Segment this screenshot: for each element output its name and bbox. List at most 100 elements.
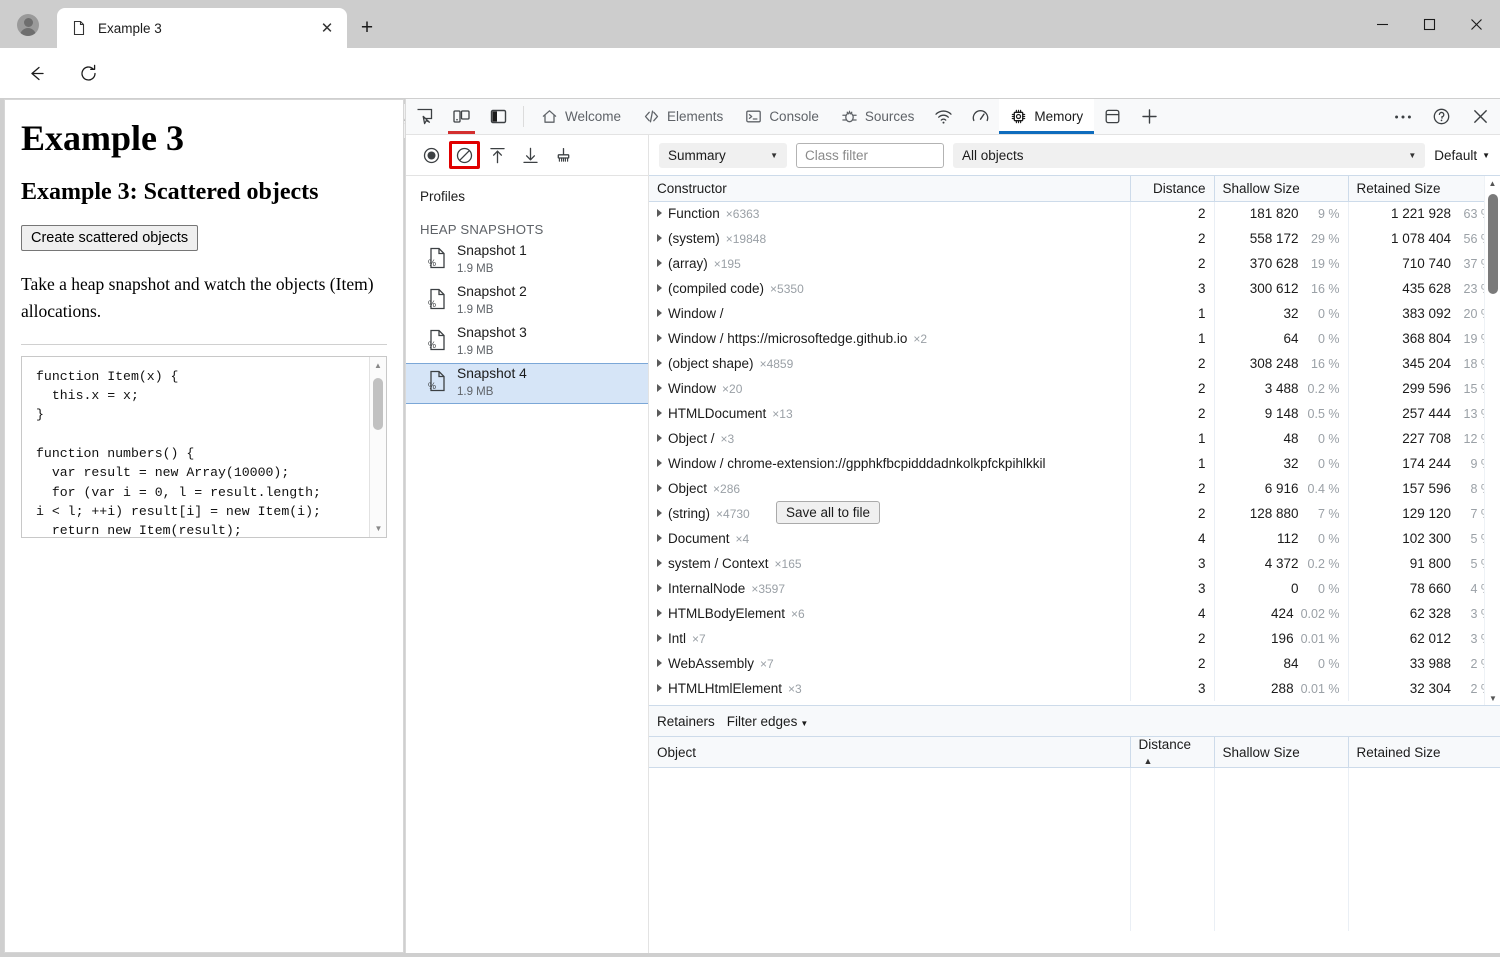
dock-side-icon[interactable] xyxy=(480,99,517,134)
table-row[interactable]: HTMLDocument ×13 2 9 148 0.5 % 257 444 13 % xyxy=(649,401,1500,426)
cell-constructor[interactable]: Window / https://microsoftedge.github.io… xyxy=(649,326,1131,351)
column-header-shallow-size[interactable]: Shallow Size xyxy=(1214,176,1349,202)
expand-triangle-icon[interactable] xyxy=(657,234,662,242)
scroll-down-icon[interactable]: ▼ xyxy=(1485,691,1500,705)
cell-constructor[interactable]: system / Context ×165 xyxy=(649,551,1131,576)
expand-triangle-icon[interactable] xyxy=(657,209,662,218)
cell-constructor[interactable]: (system) ×19848 xyxy=(649,226,1131,251)
filter-edges-dropdown[interactable]: Filter edges ▼ xyxy=(727,714,808,729)
table-row[interactable]: WebAssembly ×7 2 84 0 % 33 988 2 % xyxy=(649,651,1500,676)
snapshot-list-item[interactable]: % Snapshot 2 1.9 MB xyxy=(406,281,648,322)
cell-constructor[interactable]: Document ×4 xyxy=(649,526,1131,551)
column-header-retainer-distance[interactable]: Distance ▲ xyxy=(1130,736,1215,768)
code-scroll-thumb[interactable] xyxy=(373,377,383,430)
device-emulation-icon[interactable] xyxy=(443,99,480,134)
performance-gauge-icon[interactable] xyxy=(962,99,999,134)
tab-elements[interactable]: Elements xyxy=(632,99,734,134)
devtools-help-icon[interactable] xyxy=(1422,107,1461,126)
cell-constructor[interactable]: (object shape) ×4859 xyxy=(649,351,1131,376)
load-profile-icon[interactable] xyxy=(482,141,513,169)
clear-all-profiles-icon[interactable] xyxy=(449,141,480,169)
close-window-button[interactable] xyxy=(1453,0,1500,48)
base-snapshot-select[interactable]: Default ▼ xyxy=(1434,148,1490,163)
reload-button[interactable] xyxy=(72,58,104,88)
cell-constructor[interactable]: Object ×286 xyxy=(649,476,1131,501)
table-row[interactable]: Intl ×7 2 196 0.01 % 62 012 3 % xyxy=(649,626,1500,651)
inspect-element-icon[interactable] xyxy=(406,99,443,134)
cell-constructor[interactable]: (string) ×4730 xyxy=(649,501,1131,526)
expand-triangle-icon[interactable] xyxy=(657,484,662,492)
table-row[interactable]: (system) ×19848 2 558 172 29 % 1 078 404 56 % xyxy=(649,226,1500,251)
network-conditions-icon[interactable] xyxy=(925,99,962,134)
expand-triangle-icon[interactable] xyxy=(657,459,662,467)
expand-triangle-icon[interactable] xyxy=(657,584,662,592)
code-scroll-up-icon[interactable]: ▲ xyxy=(370,357,386,374)
snapshot-list-item[interactable]: % Snapshot 1 1.9 MB xyxy=(406,240,648,281)
expand-triangle-icon[interactable] xyxy=(657,359,662,367)
snapshot-list-item-selected[interactable]: % Snapshot 4 1.9 MB xyxy=(406,363,648,404)
expand-triangle-icon[interactable] xyxy=(657,434,662,442)
tab-close-icon[interactable]: ✕ xyxy=(314,15,340,41)
column-header-object[interactable]: Object xyxy=(649,736,1131,768)
new-tab-button[interactable]: + xyxy=(352,14,382,42)
expand-triangle-icon[interactable] xyxy=(657,609,662,617)
table-row[interactable]: HTMLBodyElement ×6 4 424 0.02 % 62 328 3 % xyxy=(649,601,1500,626)
cell-constructor[interactable]: (compiled code) ×5350 xyxy=(649,276,1131,301)
view-select[interactable]: Summary ▼ xyxy=(659,142,787,168)
tab-console[interactable]: Console xyxy=(734,99,830,134)
cell-constructor[interactable]: (array) ×195 xyxy=(649,251,1131,276)
column-header-constructor[interactable]: Constructor xyxy=(649,176,1131,202)
expand-triangle-icon[interactable] xyxy=(657,534,662,542)
expand-triangle-icon[interactable] xyxy=(657,409,662,417)
record-heap-profile-icon[interactable] xyxy=(416,141,447,169)
cell-constructor[interactable]: InternalNode ×3597 xyxy=(649,576,1131,601)
application-storage-icon[interactable] xyxy=(1094,99,1131,134)
code-scroll-down-icon[interactable]: ▼ xyxy=(370,520,386,537)
save-all-to-file-tooltip[interactable]: Save all to file xyxy=(776,501,881,524)
table-row[interactable]: Window / https://microsoftedge.github.io… xyxy=(649,326,1500,351)
code-scrollbar[interactable]: ▲ ▼ xyxy=(369,356,386,537)
table-row[interactable]: (array) ×195 2 370 628 19 % 710 740 37 % xyxy=(649,251,1500,276)
expand-triangle-icon[interactable] xyxy=(657,284,662,292)
expand-triangle-icon[interactable] xyxy=(657,259,662,267)
cell-constructor[interactable]: Object / ×3 xyxy=(649,426,1131,451)
expand-triangle-icon[interactable] xyxy=(657,384,662,392)
expand-triangle-icon[interactable] xyxy=(657,559,662,567)
table-row[interactable]: Window / 1 32 0 % 383 092 20 % xyxy=(649,301,1500,326)
snapshot-list-item[interactable]: % Snapshot 3 1.9 MB xyxy=(406,322,648,363)
column-header-retainer-retained[interactable]: Retained Size xyxy=(1348,736,1500,768)
table-row[interactable]: HTMLHtmlElement ×3 3 288 0.01 % 32 304 2 % xyxy=(649,676,1500,701)
collect-garbage-icon[interactable] xyxy=(548,141,579,169)
cell-constructor[interactable]: Function ×6363 xyxy=(649,201,1131,226)
tab-memory[interactable]: Memory xyxy=(999,99,1095,134)
column-header-distance[interactable]: Distance xyxy=(1130,176,1215,202)
create-scattered-objects-button[interactable]: Create scattered objects xyxy=(21,225,199,252)
expand-triangle-icon[interactable] xyxy=(657,659,662,667)
table-row[interactable]: Function ×6363 2 181 820 9 % 1 221 928 63 % xyxy=(649,201,1500,226)
cell-constructor[interactable]: Window / chrome-extension://gpphkfbcpidd… xyxy=(649,451,1131,476)
browser-tab[interactable]: Example 3 ✕ xyxy=(57,8,347,48)
expand-triangle-icon[interactable] xyxy=(657,309,662,317)
scroll-thumb[interactable] xyxy=(1488,194,1498,294)
cell-constructor[interactable]: Window ×20 xyxy=(649,376,1131,401)
table-row[interactable]: (compiled code) ×5350 3 300 612 16 % 435 628 2… xyxy=(649,276,1500,301)
tab-sources[interactable]: Sources xyxy=(830,99,926,134)
cell-constructor[interactable]: HTMLHtmlElement ×3 xyxy=(649,676,1131,701)
cell-constructor[interactable]: WebAssembly ×7 xyxy=(649,651,1131,676)
expand-triangle-icon[interactable] xyxy=(657,684,662,692)
cell-constructor[interactable]: HTMLDocument ×13 xyxy=(649,401,1131,426)
class-filter-input[interactable] xyxy=(796,142,944,168)
table-row[interactable]: Object ×286 2 6 916 0.4 % 157 596 8 % xyxy=(649,476,1500,501)
devtools-more-options-icon[interactable] xyxy=(1383,114,1422,120)
save-profile-icon[interactable] xyxy=(515,141,546,169)
cell-constructor[interactable]: Intl ×7 xyxy=(649,626,1131,651)
table-row[interactable]: Window ×20 2 3 488 0.2 % 299 596 15 % xyxy=(649,376,1500,401)
add-panel-icon[interactable] xyxy=(1131,99,1168,134)
back-button[interactable] xyxy=(20,58,52,88)
tab-welcome[interactable]: Welcome xyxy=(530,99,632,134)
devtools-close-icon[interactable] xyxy=(1461,107,1500,126)
expand-triangle-icon[interactable] xyxy=(657,509,662,517)
constructors-scrollbar[interactable]: ▲ ▼ xyxy=(1484,176,1500,705)
cell-constructor[interactable]: Window / xyxy=(649,301,1131,326)
minimize-button[interactable] xyxy=(1359,0,1406,48)
